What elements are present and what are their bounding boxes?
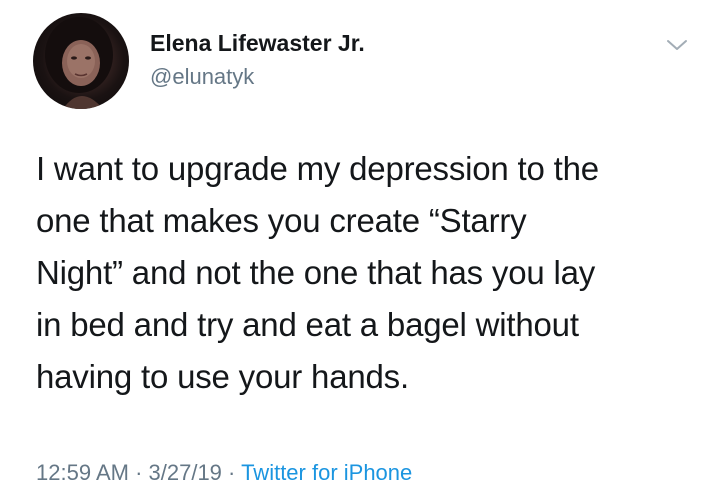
chevron-down-icon xyxy=(667,40,687,50)
tweet-text: I want to upgrade my depression to the o… xyxy=(36,150,599,395)
tweet-menu-button[interactable] xyxy=(665,36,689,54)
tweet-source-link[interactable]: Twitter for iPhone xyxy=(241,460,412,485)
meta-separator: · xyxy=(128,460,149,485)
meta-separator: · xyxy=(221,460,242,485)
tweet-card: Elena Lifewaster Jr. @elunatyk I want to… xyxy=(0,0,719,501)
avatar[interactable] xyxy=(33,13,129,109)
profile-photo-icon xyxy=(45,17,113,109)
tweet-metadata: 12:59 AM · 3/27/19 · Twitter for iPhone xyxy=(36,460,412,486)
display-name[interactable]: Elena Lifewaster Jr. xyxy=(150,30,365,57)
tweet-date[interactable]: 3/27/19 xyxy=(149,460,222,485)
tweet-time[interactable]: 12:59 AM xyxy=(36,460,129,485)
username-handle[interactable]: @elunatyk xyxy=(150,64,254,90)
